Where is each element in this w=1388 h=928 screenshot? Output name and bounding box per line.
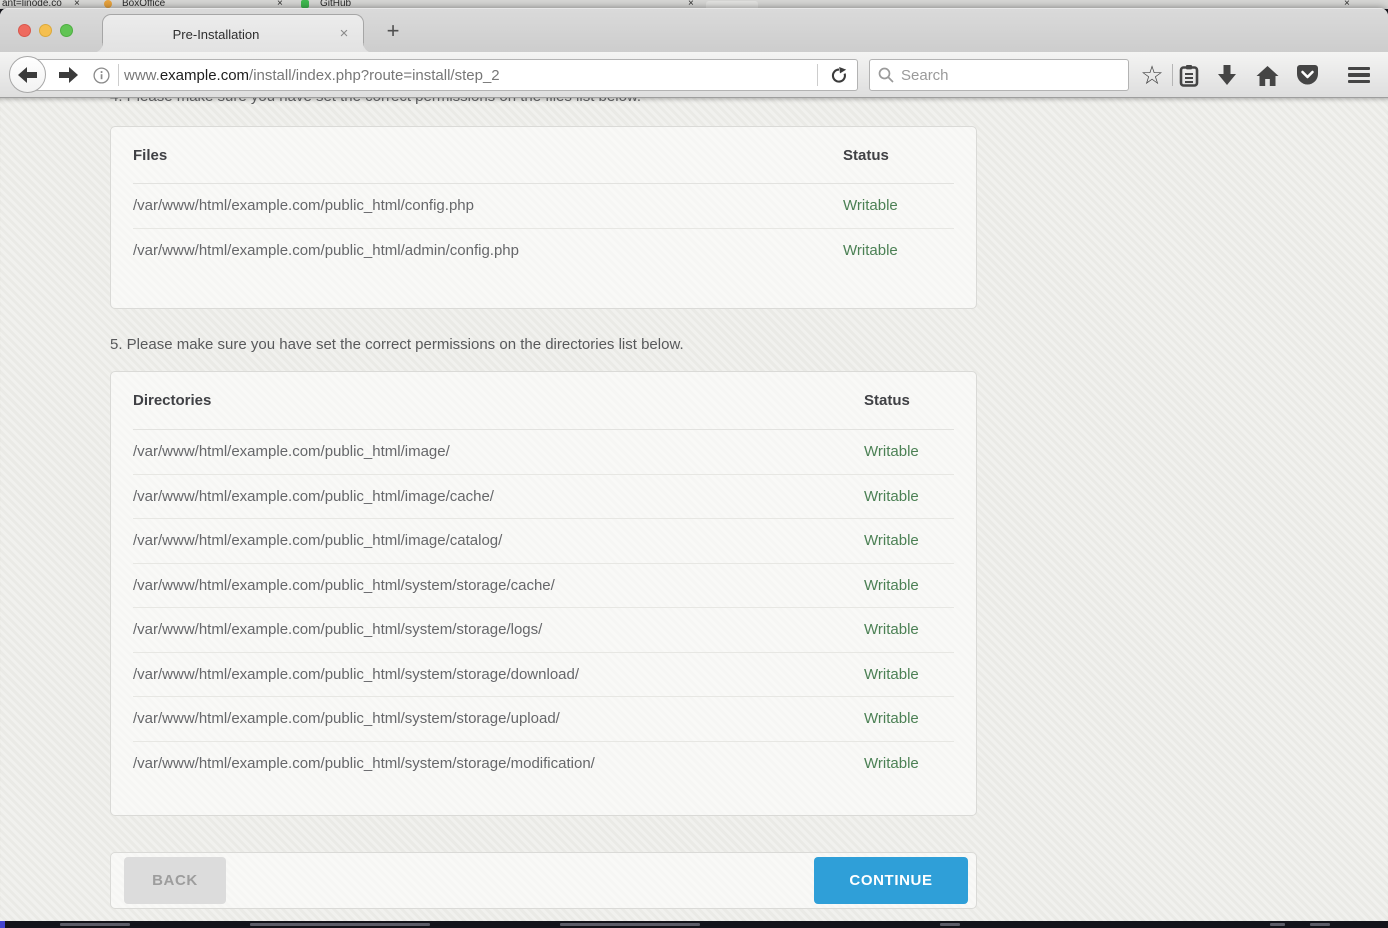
divider (118, 64, 119, 86)
tab-title: Pre-Installation (103, 15, 329, 53)
tab-bar: Pre-Installation × + (0, 8, 1388, 52)
status-badge: Writable (864, 443, 954, 460)
table-row: /var/www/html/example.com/public_html/co… (133, 184, 954, 229)
screen: ant=linode.co × BoxOffice × GitHub × × P… (0, 0, 1388, 928)
column-header-status: Status (864, 392, 954, 409)
browser-window: Pre-Installation × + www.example.com/ins… (0, 8, 1388, 921)
table-row: /var/www/html/example.com/public_html/sy… (133, 742, 954, 787)
tab-close-icon[interactable]: × (335, 24, 353, 42)
status-badge: Writable (864, 577, 954, 594)
continue-button[interactable]: CONTINUE (814, 857, 968, 904)
favicon-green (301, 0, 309, 8)
background-mark (940, 923, 960, 926)
pocket-icon (1296, 64, 1319, 86)
divider (1172, 64, 1173, 86)
forward-arrow-icon (59, 67, 78, 83)
window-minimize-button[interactable] (39, 24, 52, 37)
home-icon (1256, 65, 1279, 86)
forward-button[interactable] (55, 62, 81, 88)
site-info-icon[interactable] (89, 63, 113, 87)
url-text: www.example.com/install/index.php?route=… (124, 67, 812, 84)
favicon-orange (104, 0, 112, 8)
url-domain: example.com (160, 67, 249, 84)
file-path: /var/www/html/example.com/public_html/co… (133, 197, 843, 214)
step5-heading: 5. Please make sure you have set the cor… (110, 336, 684, 353)
files-table-header: Files Status (133, 127, 954, 184)
hamburger-menu-icon (1348, 67, 1370, 84)
step4-heading: 4. Please make sure you have set the cor… (110, 98, 641, 105)
column-header-files: Files (133, 147, 843, 164)
background-mark (250, 923, 430, 926)
status-badge: Writable (864, 621, 954, 638)
background-window-bottom-strip[interactable] (0, 921, 1388, 928)
table-row: /var/www/html/example.com/public_html/sy… (133, 697, 954, 742)
back-button[interactable] (9, 56, 46, 93)
downloads-button[interactable] (1212, 61, 1242, 89)
url-prefix: www. (124, 67, 160, 84)
search-icon (878, 67, 894, 83)
table-row: /var/www/html/example.com/public_html/im… (133, 475, 954, 520)
reload-button[interactable] (823, 62, 853, 88)
page-content: 4. Please make sure you have set the cor… (0, 98, 1388, 921)
bookmarks-list-button[interactable] (1174, 61, 1204, 89)
files-panel: Files Status /var/www/html/example.com/p… (110, 126, 977, 309)
navigation-toolbar: www.example.com/install/index.php?route=… (0, 52, 1388, 98)
divider (817, 64, 818, 86)
directory-path: /var/www/html/example.com/public_html/im… (133, 532, 864, 549)
background-mark (1270, 923, 1285, 926)
home-button[interactable] (1252, 61, 1282, 89)
background-mark (60, 923, 130, 926)
column-header-directories: Directories (133, 392, 864, 409)
status-badge: Writable (864, 488, 954, 505)
background-mark (560, 923, 700, 926)
status-badge: Writable (864, 710, 954, 727)
background-mark (1310, 923, 1330, 926)
table-row: /var/www/html/example.com/public_html/sy… (133, 653, 954, 698)
search-bar[interactable] (869, 59, 1129, 91)
status-badge: Writable (864, 755, 954, 772)
directory-path: /var/www/html/example.com/public_html/sy… (133, 755, 864, 772)
back-step-button[interactable]: BACK (124, 857, 226, 904)
tab-pre-installation[interactable]: Pre-Installation × (102, 14, 364, 53)
action-bar: BACK CONTINUE (110, 852, 977, 909)
directory-path: /var/www/html/example.com/public_html/sy… (133, 666, 864, 683)
table-row: /var/www/html/example.com/public_html/ad… (133, 229, 954, 274)
menu-button[interactable] (1344, 61, 1374, 89)
column-header-status: Status (843, 147, 954, 164)
window-zoom-button[interactable] (60, 24, 73, 37)
reload-icon (830, 67, 847, 84)
clipboard-icon (1179, 64, 1199, 87)
status-badge: Writable (843, 197, 954, 214)
directory-path: /var/www/html/example.com/public_html/sy… (133, 710, 864, 727)
status-badge: Writable (864, 532, 954, 549)
directory-path: /var/www/html/example.com/public_html/sy… (133, 577, 864, 594)
directory-path: /var/www/html/example.com/public_html/im… (133, 488, 864, 505)
directory-path: /var/www/html/example.com/public_html/sy… (133, 621, 864, 638)
background-accent (0, 921, 5, 928)
download-arrow-icon (1216, 65, 1238, 86)
table-row: /var/www/html/example.com/public_html/im… (133, 430, 954, 475)
status-badge: Writable (864, 666, 954, 683)
url-bar[interactable]: www.example.com/install/index.php?route=… (28, 59, 858, 91)
directory-path: /var/www/html/example.com/public_html/im… (133, 443, 864, 460)
table-row: /var/www/html/example.com/public_html/im… (133, 519, 954, 564)
window-close-button[interactable] (18, 24, 31, 37)
new-tab-button[interactable]: + (380, 17, 406, 45)
url-path: /install/index.php?route=install/step_2 (249, 67, 500, 84)
table-row: /var/www/html/example.com/public_html/sy… (133, 564, 954, 609)
status-badge: Writable (843, 242, 954, 259)
search-input[interactable] (901, 67, 1091, 84)
table-row: /var/www/html/example.com/public_html/sy… (133, 608, 954, 653)
directories-table-header: Directories Status (133, 372, 954, 430)
pocket-button[interactable] (1292, 61, 1322, 89)
bookmark-star-button[interactable]: ☆ (1137, 61, 1167, 89)
back-arrow-icon (18, 67, 37, 83)
directories-panel: Directories Status /var/www/html/example… (110, 371, 977, 816)
file-path: /var/www/html/example.com/public_html/ad… (133, 242, 843, 259)
star-icon: ☆ (1140, 62, 1163, 88)
